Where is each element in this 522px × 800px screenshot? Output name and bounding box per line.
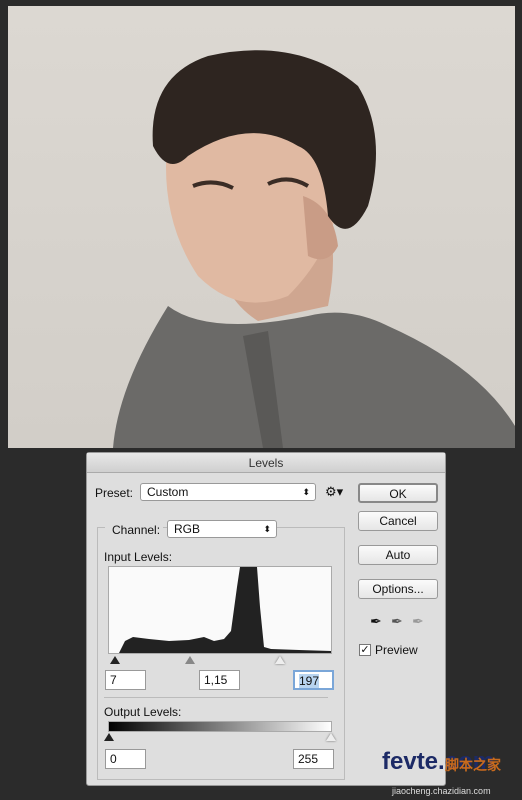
channel-value: RGB [174, 522, 201, 536]
histogram-shape [109, 567, 331, 653]
input-gamma-slider[interactable] [185, 656, 195, 664]
histogram [108, 566, 332, 654]
dialog-title: Levels [87, 453, 445, 473]
input-black-slider[interactable] [110, 656, 120, 664]
white-eyedropper-icon[interactable]: ✒ [412, 613, 424, 630]
preset-label: Preset: [95, 486, 134, 500]
black-eyedropper-icon[interactable]: ✒ [370, 613, 382, 630]
preset-select[interactable]: Custom ⬍ [140, 483, 316, 501]
output-black-field[interactable]: 0 [105, 749, 146, 769]
preset-value: Custom [147, 485, 189, 499]
auto-button[interactable]: Auto [358, 545, 438, 565]
gray-eyedropper-icon[interactable]: ✒ [391, 613, 403, 630]
cancel-button[interactable]: Cancel [358, 511, 438, 531]
input-white-field[interactable]: 197 [299, 674, 320, 688]
output-levels-label: Output Levels: [104, 705, 182, 719]
portrait-photo [8, 6, 515, 448]
preview-checkbox[interactable]: ✓ Preview [359, 643, 418, 657]
checkbox-check-icon: ✓ [359, 644, 371, 656]
channel-label: Channel: [105, 523, 164, 537]
input-levels-label: Input Levels: [104, 550, 173, 564]
output-white-field[interactable]: 255 [293, 749, 334, 769]
divider [104, 697, 328, 698]
output-white-slider[interactable] [326, 733, 336, 741]
ok-button[interactable]: OK [358, 483, 438, 503]
channel-select[interactable]: RGB ⬍ [167, 520, 277, 538]
input-white-slider[interactable] [275, 656, 285, 664]
input-gamma-field[interactable]: 1,15 [199, 670, 240, 690]
preview-label: Preview [375, 643, 418, 657]
select-arrows-icon: ⬍ [302, 487, 310, 497]
select-arrows-icon: ⬍ [263, 524, 271, 534]
options-button[interactable]: Options... [358, 579, 438, 599]
output-gradient [108, 721, 332, 732]
gear-icon[interactable]: ⚙▾ [325, 484, 343, 500]
input-black-field[interactable]: 7 [105, 670, 146, 690]
levels-dialog: Levels Preset: Custom ⬍ ⚙▾ Channel: RGB ⬍ … [86, 452, 446, 786]
output-black-slider[interactable] [104, 733, 114, 741]
